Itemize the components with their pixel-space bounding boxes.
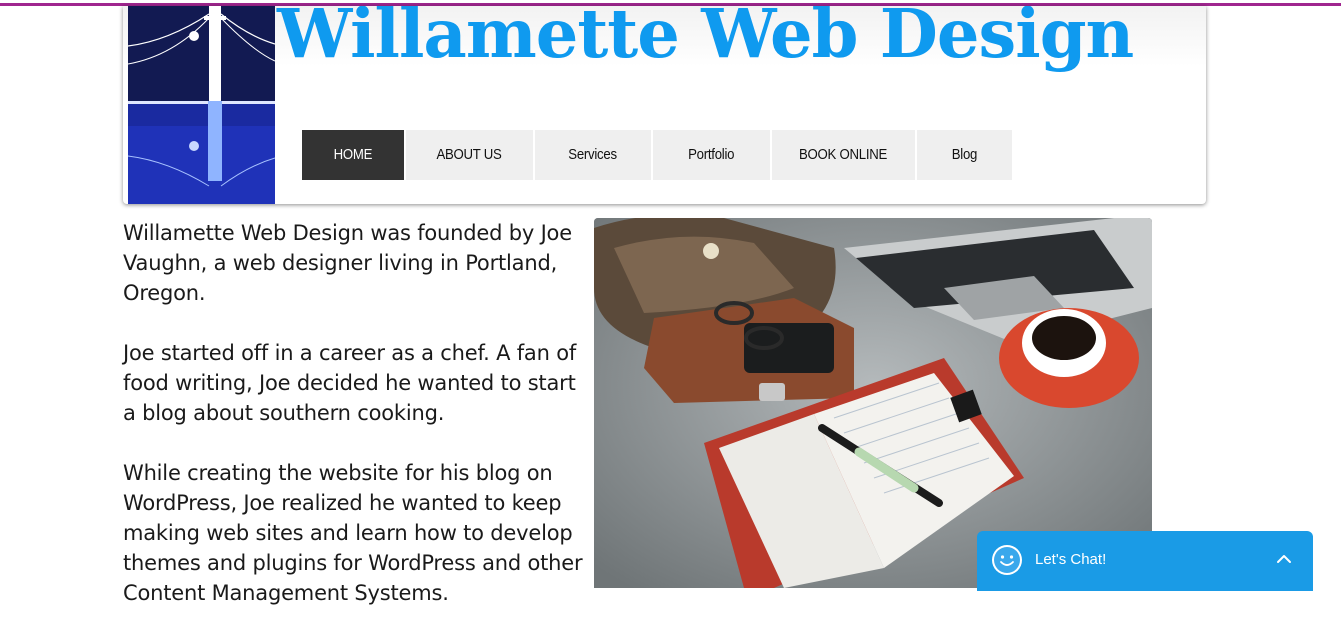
- about-intro-text: Willamette Web Design was founded by Joe…: [123, 218, 593, 638]
- nav-item-label: Blog: [951, 146, 978, 163]
- nav-item-label: Services: [568, 146, 618, 163]
- site-title[interactable]: Willamette Web Design: [277, 6, 1134, 73]
- bridge-logo-image: [128, 6, 275, 204]
- smiley-icon: [992, 545, 1022, 575]
- main-nav: HOME ABOUT US Services Portfolio BOOK ON…: [302, 130, 1012, 180]
- nav-item-home[interactable]: HOME: [302, 130, 404, 180]
- nav-item-book-online[interactable]: BOOK ONLINE: [772, 130, 915, 180]
- nav-item-label: Portfolio: [688, 146, 735, 163]
- nav-item-label: HOME: [333, 146, 373, 163]
- site-logo[interactable]: [128, 6, 275, 204]
- nav-item-about-us[interactable]: ABOUT US: [406, 130, 533, 180]
- chat-widget[interactable]: Let's Chat!: [977, 531, 1313, 591]
- nav-item-portfolio[interactable]: Portfolio: [653, 130, 770, 180]
- chat-label: Let's Chat!: [1035, 551, 1107, 568]
- intro-paragraph: Joe started off in a career as a chef. A…: [123, 341, 577, 425]
- site-header: Willamette Web Design HOME ABOUT US Serv…: [123, 6, 1206, 204]
- nav-item-blog[interactable]: Blog: [917, 130, 1012, 180]
- chevron-up-icon[interactable]: [1276, 553, 1292, 565]
- nav-item-services[interactable]: Services: [535, 130, 651, 180]
- intro-paragraph: Willamette Web Design was founded by Joe…: [123, 221, 572, 305]
- intro-paragraph: While creating the website for his blog …: [123, 461, 583, 605]
- nav-item-label: ABOUT US: [436, 146, 503, 163]
- nav-item-label: BOOK ONLINE: [799, 146, 888, 163]
